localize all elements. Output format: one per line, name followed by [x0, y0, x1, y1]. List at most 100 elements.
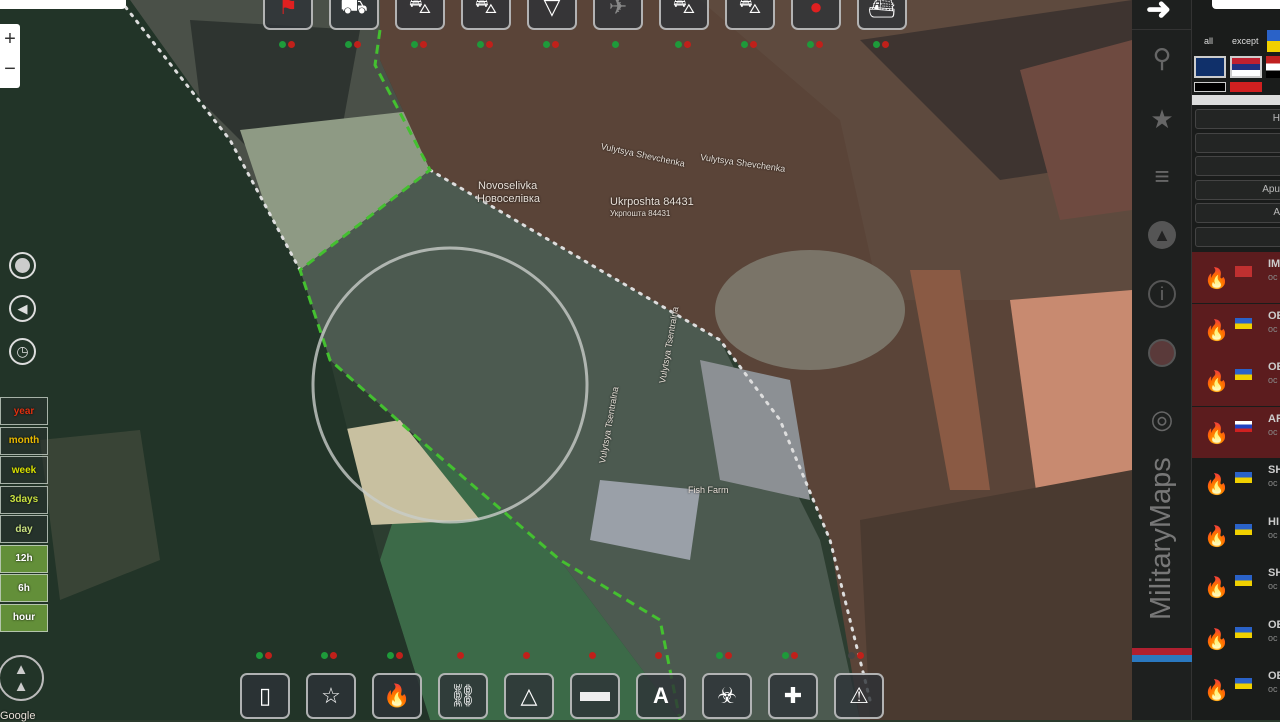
event-list-item[interactable]: 🔥 SH oc	[1192, 458, 1280, 509]
event-list-item[interactable]: 🔥 HI oc	[1192, 509, 1280, 561]
uk-flag-icon[interactable]	[1148, 339, 1176, 367]
ruler-icon	[580, 691, 610, 701]
filter-button[interactable]	[1195, 132, 1280, 153]
zoom-out-button[interactable]: −	[0, 54, 20, 84]
status-dots	[411, 41, 427, 48]
filter-button[interactable]	[1195, 226, 1280, 247]
sam-launcher-icon[interactable]: ⛍	[725, 0, 775, 30]
star-button[interactable]: ☆	[306, 673, 356, 719]
triangle-nodes-icon: △	[520, 683, 538, 708]
status-dots	[387, 652, 403, 659]
event-list-item[interactable]: 🔥 SH oc	[1192, 561, 1280, 612]
time-filter-3days[interactable]: 3days	[0, 485, 48, 514]
filter-button[interactable]: H	[1195, 109, 1280, 129]
biohazard-icon: ☣	[717, 683, 737, 708]
menu-icon[interactable]: ≡	[1148, 162, 1176, 190]
time-filter-month[interactable]: month	[0, 426, 48, 455]
flag-serbia[interactable]	[1230, 56, 1262, 78]
medical-cross-icon: ✚	[783, 683, 803, 708]
flag-ukraine[interactable]	[1267, 30, 1280, 52]
flag-red-icon[interactable]: ⚑	[263, 0, 313, 30]
flag-indonesia[interactable]	[1230, 82, 1262, 92]
navigation-icon[interactable]: ▲	[1148, 221, 1176, 249]
location-pin-icon[interactable]: ⚲	[1148, 44, 1176, 72]
ship-icon[interactable]: ⛴	[857, 0, 907, 30]
status-dots	[675, 41, 691, 48]
history-button[interactable]: ◷	[9, 338, 36, 365]
ruler-button[interactable]	[570, 673, 620, 719]
circle-icon	[15, 258, 30, 273]
fire-icon: 🔥	[1204, 628, 1229, 651]
vehicle-icon[interactable]: ⛟	[329, 0, 379, 30]
event-subtitle: oc	[1268, 529, 1278, 540]
paratrooper-icon[interactable]: ▽	[527, 0, 577, 30]
fire-icon: 🔥	[1204, 680, 1229, 702]
zoom-control: + −	[0, 24, 20, 88]
event-list-item[interactable]: 🔥 OE oc	[1192, 612, 1280, 664]
artillery-icon[interactable]: ⛍	[461, 0, 511, 30]
fire-icon: 🔥	[383, 683, 411, 708]
time-filter-hour[interactable]: hour	[0, 603, 48, 632]
status-dots	[543, 41, 559, 48]
map-label-post: Ukrposhta 84431	[610, 196, 694, 208]
route-button[interactable]: ⛓	[438, 673, 488, 719]
time-filter-day[interactable]: day	[0, 515, 48, 543]
flag-isis[interactable]	[1194, 82, 1226, 92]
map-label-fish-farm: Fish Farm	[688, 485, 729, 495]
search-box[interactable]	[0, 0, 126, 9]
flag-nato[interactable]	[1194, 56, 1226, 78]
event-list-item[interactable]: 🔥 OE oc	[1192, 303, 1280, 355]
time-filter-year[interactable]: year	[0, 397, 48, 425]
soldier-icon[interactable]: ●	[791, 0, 841, 30]
time-filter-week[interactable]: week	[0, 456, 48, 484]
polygon-button[interactable]: △	[504, 673, 554, 719]
event-list-item[interactable]: 🔥 IM oc	[1192, 252, 1280, 303]
calendar-button[interactable]: ▯	[240, 673, 290, 719]
event-list-item[interactable]: 🔥 AR oc	[1192, 406, 1280, 458]
event-title: OE	[1268, 361, 1280, 373]
satellite-map[interactable]	[0, 0, 1132, 720]
double-up-arrow-icon: ▲ ▲	[13, 661, 29, 695]
clock-icon: ◷	[16, 343, 29, 359]
star-icon: ☆	[321, 683, 341, 708]
warning-button[interactable]: ⚠	[834, 673, 884, 719]
event-title: OE	[1268, 618, 1280, 631]
flag-ua-icon	[1235, 523, 1252, 535]
status-dots	[321, 652, 337, 659]
event-title: SH	[1268, 464, 1280, 476]
time-filter-12h[interactable]: 12h	[0, 544, 48, 573]
status-dots	[345, 41, 361, 48]
status-dots	[523, 652, 530, 659]
arrow-right-icon[interactable]: ➜	[1146, 0, 1171, 27]
filter-button[interactable]	[1195, 156, 1280, 176]
missile-launcher-icon[interactable]: ⛍	[395, 0, 445, 30]
flags-scrollbar[interactable]	[1192, 95, 1280, 105]
time-filter-6h[interactable]: 6h	[0, 574, 48, 602]
scroll-up-button[interactable]: ▲ ▲	[0, 655, 44, 701]
event-title: OE	[1268, 309, 1280, 322]
fire-button[interactable]: 🔥	[372, 673, 422, 719]
tank-icon[interactable]: ⛍	[659, 0, 709, 30]
event-list-item[interactable]: 🔥 OE oc	[1192, 355, 1280, 406]
event-subtitle: oc	[1268, 426, 1278, 437]
medical-button[interactable]: ✚	[768, 673, 818, 719]
filter-all[interactable]: all	[1204, 36, 1213, 46]
star-icon[interactable]: ★	[1148, 105, 1176, 133]
flag-syria[interactable]	[1266, 56, 1280, 78]
target-icon[interactable]: ◎	[1148, 405, 1176, 433]
aircraft-icon[interactable]: ✈	[593, 0, 643, 30]
biohazard-button[interactable]: ☣	[702, 673, 752, 719]
sound-button[interactable]: ◀	[9, 295, 36, 322]
event-list-item[interactable]: 🔥 OE oc	[1192, 664, 1280, 715]
panel-search-input[interactable]	[1212, 0, 1280, 9]
info-icon[interactable]: i	[1148, 280, 1176, 308]
filter-button[interactable]: A	[1195, 203, 1280, 223]
flag-ua-icon	[1235, 626, 1252, 638]
zoom-in-button[interactable]: +	[0, 24, 20, 54]
text-button[interactable]: A	[636, 673, 686, 719]
layer-toggle-button[interactable]	[9, 252, 36, 279]
event-panel: all except HApuA 🔥 IM oc🔥 OE oc🔥 OE oc🔥 …	[1192, 0, 1280, 720]
filter-except[interactable]: except	[1232, 36, 1259, 46]
filter-button[interactable]: Apu	[1195, 179, 1280, 200]
event-subtitle: oc	[1268, 581, 1278, 591]
